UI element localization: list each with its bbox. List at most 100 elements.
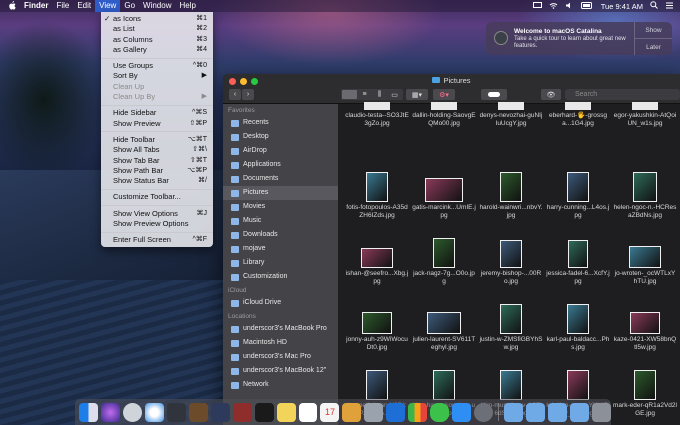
view-mode-buttons[interactable]: ≡ ⫼ ▭ (341, 89, 403, 100)
pictures-folder-dock-icon[interactable] (569, 402, 589, 422)
view-menu-item[interactable]: Hide Toolbar ⌥⌘T (101, 135, 213, 145)
image-thumbnail[interactable] (630, 312, 660, 334)
file-item[interactable]: ishan-@seefro...Xbg.jpg (345, 234, 409, 286)
contacts-dock-icon[interactable] (188, 402, 208, 422)
action-gear-icon[interactable]: ⚙▾ (433, 89, 455, 100)
image-thumbnail[interactable] (500, 240, 522, 268)
file-item[interactable]: karl-paul-baldacc...Phs.jpg (546, 300, 610, 352)
menu-edit[interactable]: Edit (73, 0, 95, 12)
sidebar-item[interactable]: AirDrop (223, 144, 338, 158)
sidebar-item[interactable]: Music (223, 214, 338, 228)
image-thumbnail[interactable] (366, 172, 388, 202)
image-thumbnail[interactable] (634, 370, 656, 400)
image-thumbnail[interactable] (633, 172, 657, 202)
volume-icon[interactable] (565, 2, 574, 11)
sidebar-item[interactable]: Pictures (223, 186, 338, 200)
launchpad-dock-icon[interactable] (122, 402, 142, 422)
view-menu-item[interactable]: Show Status Bar ⌘/ (101, 176, 213, 186)
image-thumbnail[interactable] (500, 172, 522, 202)
photo-booth-dock-icon[interactable] (166, 402, 186, 422)
view-menu-item[interactable]: Show Preview ⇧⌘P (101, 119, 213, 129)
file-item[interactable]: helen-ngoc-n.-HCResaZBdNs.jpg (613, 168, 677, 220)
menu-view[interactable]: View (95, 0, 121, 12)
image-thumbnail[interactable] (632, 102, 658, 110)
screen-mirroring-icon[interactable] (532, 1, 542, 11)
image-thumbnail[interactable] (629, 246, 661, 268)
view-menu-item[interactable]: Sort By ▶ (101, 71, 213, 81)
forward-button[interactable]: › (242, 89, 254, 100)
applications-folder-dock-icon[interactable] (504, 402, 524, 422)
image-thumbnail[interactable] (366, 370, 388, 400)
file-item[interactable]: jonny-auh-z9WiWocuDt0.jpg (345, 300, 409, 352)
column-view-icon[interactable]: ⫼ (372, 91, 387, 99)
view-menu-item[interactable]: as Gallery ⌘4 (101, 45, 213, 55)
view-menu-item[interactable]: Show View Options ⌘J (101, 209, 213, 219)
image-thumbnail[interactable] (567, 370, 589, 400)
app-store-dock-icon[interactable] (386, 402, 406, 422)
notes-dock-icon[interactable] (276, 402, 296, 422)
view-menu-item[interactable]: as List ⌘2 (101, 24, 213, 34)
file-item[interactable]: harry-cunning...L4os.jpg (546, 168, 610, 220)
file-item[interactable]: kaze-0421-XW58bnQtl5w.jpg (613, 300, 677, 352)
control-center-icon[interactable] (665, 2, 674, 11)
view-menu-item[interactable]: Enter Full Screen ^⌘F (101, 235, 213, 245)
more-dock-icon[interactable] (474, 402, 494, 422)
terminal-dock-icon[interactable] (254, 402, 274, 422)
sidebar-item[interactable]: Downloads (223, 228, 338, 242)
file-item[interactable]: mark-eder-qR1a2Vd2lGE.jpg (613, 366, 677, 418)
image-thumbnail[interactable] (500, 304, 522, 334)
sidebar-item[interactable]: Network (223, 378, 338, 392)
search-input[interactable]: Search (565, 89, 680, 100)
image-thumbnail[interactable] (361, 248, 393, 268)
downloads-folder-dock-icon[interactable] (548, 402, 567, 422)
sidebar-item[interactable]: Documents (223, 172, 338, 186)
image-thumbnail[interactable] (431, 102, 457, 110)
file-item[interactable]: fotis-fotopoulos-A35dZH6IZds.jpg (345, 168, 409, 220)
sidebar-item[interactable]: Applications (223, 158, 338, 172)
numbers-dock-icon[interactable] (408, 402, 428, 422)
image-thumbnail[interactable] (427, 312, 461, 334)
view-menu-item[interactable]: Use Groups ^⌘0 (101, 61, 213, 71)
sidebar-item[interactable]: Customization (223, 270, 338, 284)
gallery-view-icon[interactable]: ▭ (387, 91, 402, 99)
sidebar-item[interactable]: underscor3's MacBook Pro (223, 322, 338, 336)
file-item[interactable]: jack-nagz-7g...O0o.jpg (412, 234, 476, 286)
file-item[interactable]: justin-w-ZMSfiGBYhSw.jpg (479, 300, 543, 352)
notification-later-button[interactable]: Later (635, 38, 672, 55)
keynote-dock-icon[interactable] (452, 402, 472, 422)
image-thumbnail[interactable] (425, 178, 463, 202)
image-thumbnail[interactable] (364, 102, 390, 110)
group-by-button[interactable]: ▦▾ (406, 89, 428, 100)
preview-dock-icon[interactable] (210, 402, 230, 422)
view-menu-item[interactable]: Customize Toolbar... (101, 192, 213, 202)
menu-finder[interactable]: Finder (20, 0, 52, 12)
spotlight-search-icon[interactable] (650, 1, 658, 11)
file-item[interactable]: dallin-holding-SaovgEQMo00.jpg (412, 102, 476, 128)
system-preferences-dock-icon[interactable] (364, 402, 384, 422)
view-menu-item[interactable]: ✓ as Icons ⌘1 (101, 14, 213, 24)
file-item[interactable]: julien-laurent-SV611Teghyl.jpg (412, 300, 476, 352)
notification-banner[interactable]: Welcome to macOS Catalina Take a quick t… (486, 22, 672, 55)
reminders-dock-icon[interactable] (298, 402, 318, 422)
clock[interactable]: Tue 9:41 AM (601, 2, 643, 11)
sidebar-item[interactable]: underscor3's Mac Pro (223, 350, 338, 364)
sidebar-item[interactable]: iCloud Drive (223, 296, 338, 310)
view-menu-item[interactable]: Show Path Bar ⌥⌘P (101, 166, 213, 176)
messages-dock-icon[interactable] (430, 402, 450, 422)
image-thumbnail[interactable] (567, 172, 589, 202)
file-item[interactable]: jeremy-bishop-...00Ro.jpg (479, 234, 543, 286)
image-thumbnail[interactable] (433, 238, 455, 268)
safari-dock-icon[interactable] (144, 402, 164, 422)
sidebar-item[interactable]: mojave (223, 242, 338, 256)
image-thumbnail[interactable] (433, 370, 455, 400)
image-thumbnail[interactable] (568, 240, 588, 268)
file-item[interactable]: egor-yakushkin-AtQoiUN_w1s.jpg (613, 102, 677, 128)
battery-icon[interactable] (580, 1, 594, 11)
finder-dock-icon[interactable] (79, 402, 98, 422)
file-item[interactable]: harold-wainwri...nbvY.jpg (479, 168, 543, 220)
view-menu-item[interactable]: Hide Sidebar ^⌘S (101, 108, 213, 118)
view-menu-item[interactable]: as Columns ⌘3 (101, 35, 213, 45)
sidebar-item[interactable]: Library (223, 256, 338, 270)
image-thumbnail[interactable] (567, 304, 589, 334)
menu-file[interactable]: File (52, 0, 73, 12)
